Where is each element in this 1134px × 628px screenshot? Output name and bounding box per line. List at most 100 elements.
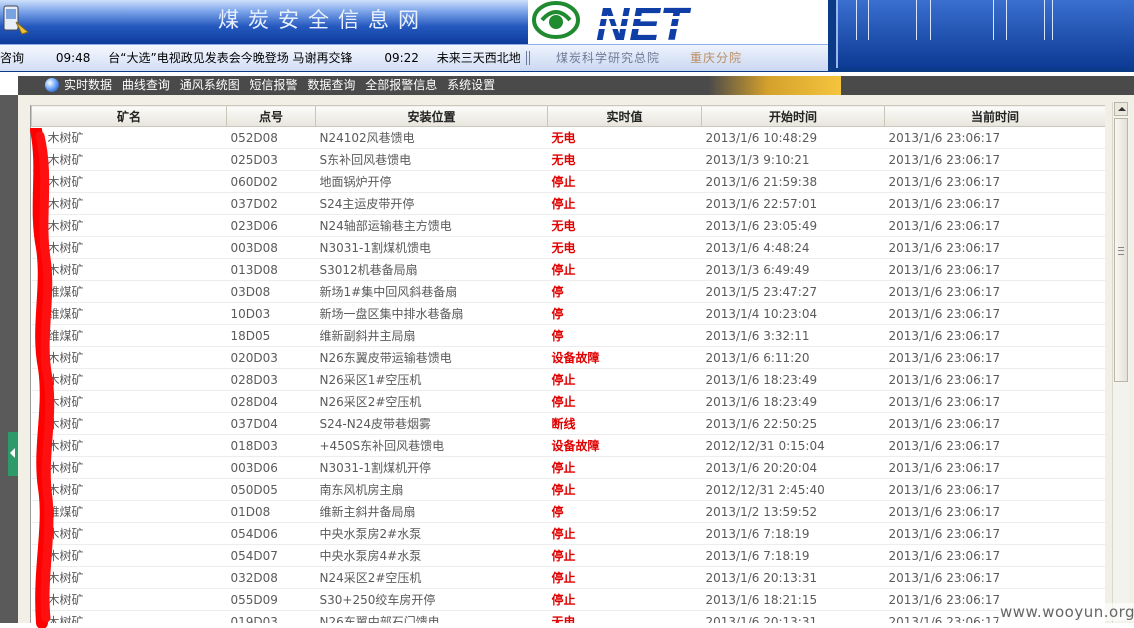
right-header-panel — [836, 0, 1134, 68]
cell-start-time: 2013/1/6 22:50:25 — [701, 412, 885, 435]
cell-start-time: 2013/1/3 9:10:21 — [701, 148, 885, 171]
table-row[interactable]: 木树矿 032D08 N24采区2#空压机 停止 2013/1/6 20:13:31 20… — [31, 566, 1105, 589]
cell-location: S24-N24皮带巷烟雾 — [315, 412, 548, 435]
cell-start-time: 2013/1/6 20:13:31 — [701, 610, 885, 623]
cell-realtime-value: 停 — [547, 280, 702, 303]
table-row[interactable]: 木树矿 054D06 中央水泵房2#水泵 停止 2013/1/6 7:18:19 2013… — [31, 522, 1105, 545]
menu-item-all-alarms[interactable]: 全部报警信息 — [365, 78, 437, 92]
table-row[interactable]: 维煤矿 01D08 维新主斜井备局扇停 2013/1/2 13:59:52 2013/1… — [31, 500, 1105, 523]
cell-location: S东补回风巷馈电 — [315, 148, 548, 171]
cell-location: N3031-1割煤机开停 — [315, 456, 548, 479]
table-row[interactable]: 木树矿 023D06 N24轴部运输巷主方馈电 无电 2013/1/6 23:05:49… — [31, 214, 1105, 237]
cell-realtime-value: 停止 — [547, 566, 702, 589]
cell-location: N26东翼中部石门馈电 — [315, 610, 548, 623]
cell-point-id: 028D03 — [226, 368, 316, 391]
cell-realtime-value: 停止 — [547, 544, 702, 567]
cell-point-id: 18D05 — [226, 324, 316, 347]
cell-point-id: 050D05 — [226, 478, 316, 501]
menu-item-curve-query[interactable]: 曲线查询 — [122, 78, 170, 92]
news-ticker[interactable]: 咨询 09:48 台“大选”电视政见发表会今晚登场 马谢再交锋 09:22 未来… — [0, 45, 520, 71]
cell-start-time: 2013/1/6 3:32:11 — [701, 324, 885, 347]
col-mine-name[interactable]: 矿名 — [31, 105, 227, 127]
cell-current-time: 2013/1/6 23:06:17 — [884, 236, 1105, 259]
cell-current-time: 2013/1/6 23:06:17 — [884, 302, 1105, 325]
table-row[interactable]: 木树矿 055D09 S30+250绞车房开停 停止 2013/1/6 18:21:15… — [31, 588, 1105, 611]
cell-mine-name: 木树矿 — [31, 170, 227, 193]
table-row[interactable]: 木树矿 013D08 S3012机巷备局扇 停止 2013/1/3 6:49:49 201… — [31, 258, 1105, 281]
cell-current-time: 2013/1/6 23:06:17 — [884, 478, 1105, 501]
menu-item-system-settings[interactable]: 系统设置 — [447, 78, 495, 92]
cell-location: +450S东补回风巷馈电 — [315, 434, 548, 457]
table-row[interactable]: 木树矿 003D08 N3031-1割煤机馈电 无电 2013/1/6 4:48:24 2… — [31, 236, 1105, 259]
cell-mine-name: 木树矿 — [31, 566, 227, 589]
cell-point-id: 032D08 — [226, 566, 316, 589]
cell-point-id: 054D06 — [226, 522, 316, 545]
menu-item-data-query[interactable]: 数据查询 — [307, 78, 355, 92]
scroll-up-arrow-icon[interactable] — [1114, 102, 1128, 116]
table-scrollbar[interactable] — [1112, 102, 1129, 623]
table-row[interactable]: 木树矿 037D02 S24主运皮带开停 停止 2013/1/6 22:57:01 201… — [31, 192, 1105, 215]
table-row[interactable]: 木树矿 028D04 N26采区2#空压机 停止 2013/1/6 18:23:49 20… — [31, 390, 1105, 413]
table-row[interactable]: 木树矿 054D07 中央水泵房4#水泵 停止 2013/1/6 7:18:19 2013… — [31, 544, 1105, 567]
cell-location: S24主运皮带开停 — [315, 192, 548, 215]
cell-mine-name: 木树矿 — [31, 522, 227, 545]
cell-point-id: 013D08 — [226, 258, 316, 281]
table-row[interactable]: 维煤矿 03D08 新场1#集中回风斜巷备扇停 2013/1/5 23:47:27 20… — [31, 280, 1105, 303]
table-header-row: 矿名 点号 安装位置 实时值 开始时间 当前时间 — [31, 105, 1105, 127]
table-row[interactable]: 木树矿 050D05 南东风机房主扇 停止 2012/12/31 2:45:40 2013… — [31, 478, 1105, 501]
cell-mine-name: 木树矿 — [31, 412, 227, 435]
cell-location: S3012机巷备局扇 — [315, 258, 548, 281]
cell-point-id: 060D02 — [226, 170, 316, 193]
cell-current-time: 2013/1/6 23:06:17 — [884, 192, 1105, 215]
table-row[interactable]: 木树矿 060D02 地面锅炉开停 停止 2013/1/6 21:59:38 2013/1… — [31, 170, 1105, 193]
col-location[interactable]: 安装位置 — [315, 105, 548, 127]
menu-item-sms-alarm[interactable]: 短信报警 — [250, 78, 298, 92]
app-icon[interactable] — [2, 2, 30, 36]
table-row[interactable]: 木树矿 025D03 S东补回风巷馈电 无电 2013/1/3 9:10:21 2013/… — [31, 148, 1105, 171]
scroll-thumb[interactable] — [1114, 118, 1128, 382]
cell-location: N26东翼皮带运输巷馈电 — [315, 346, 548, 369]
col-current-time[interactable]: 当前时间 — [884, 105, 1105, 127]
ticker-item-0: 咨询 — [0, 51, 25, 65]
table-row[interactable]: 木树矿 052D08 N24102风巷馈电 无电 2013/1/6 10:48:29 20… — [31, 126, 1105, 149]
cell-start-time: 2013/1/2 13:59:52 — [701, 500, 885, 523]
col-point-id[interactable]: 点号 — [226, 105, 316, 127]
cell-start-time: 2013/1/6 4:48:24 — [701, 236, 885, 259]
cell-point-id: 028D04 — [226, 390, 316, 413]
col-start-time[interactable]: 开始时间 — [701, 105, 885, 127]
cell-current-time: 2013/1/6 23:06:17 — [884, 412, 1105, 435]
table-row[interactable]: 木树矿 018D03 +450S东补回风巷馈电 设备故障 2012/12/31 0:15… — [31, 434, 1105, 457]
cell-start-time: 2013/1/4 10:23:04 — [701, 302, 885, 325]
cell-realtime-value: 停止 — [547, 368, 702, 391]
cell-realtime-value: 断线 — [547, 412, 702, 435]
cell-start-time: 2013/1/3 6:49:49 — [701, 258, 885, 281]
table-row[interactable]: 木树矿 003D06 N3031-1割煤机开停 停止 2013/1/6 20:20:04… — [31, 456, 1105, 479]
menu-accent — [708, 76, 841, 95]
collapse-arrow-icon[interactable] — [8, 432, 18, 476]
cell-realtime-value: 停止 — [547, 456, 702, 479]
left-collapse-strip — [0, 95, 18, 623]
cell-mine-name: 木树矿 — [31, 148, 227, 171]
table-row[interactable]: 木树矿 028D03 N26采区1#空压机 停止 2013/1/6 18:23:49 20… — [31, 368, 1105, 391]
table-row[interactable]: 维煤矿 18D05 维新副斜井主局扇停 2013/1/6 3:32:11 2013/1/… — [31, 324, 1105, 347]
table-row[interactable]: 木树矿 037D04 S24-N24皮带巷烟雾 断线 2013/1/6 22:50:25… — [31, 412, 1105, 435]
cell-location: 中央水泵房4#水泵 — [315, 544, 548, 567]
content-area: 矿名 点号 安装位置 实时值 开始时间 当前时间 木树矿 052D08 N24102… — [18, 95, 1134, 623]
cell-realtime-value: 无电 — [547, 214, 702, 237]
alarm-table-wrapper: 矿名 点号 安装位置 实时值 开始时间 当前时间 木树矿 052D08 N24102… — [30, 105, 1105, 623]
table-row[interactable]: 木树矿 020D03 N26东翼皮带运输巷馈电 设备故障 2013/1/6 6:11:2… — [31, 346, 1105, 369]
header: 煤炭安全信息网 NET 咨询 09:48 台“大选”电视政见发表会今晚登场 马谢… — [0, 0, 1134, 72]
cell-current-time: 2013/1/6 23:06:17 — [884, 170, 1105, 193]
cell-mine-name: 木树矿 — [31, 478, 227, 501]
cell-realtime-value: 停止 — [547, 192, 702, 215]
table-row[interactable]: 维煤矿 10D03 新场一盘区集中排水巷备扇停 2013/1/4 10:23:04 20… — [31, 302, 1105, 325]
col-realtime-value[interactable]: 实时值 — [547, 105, 702, 127]
menu-item-ventilation-diagram[interactable]: 通风系统图 — [180, 78, 240, 92]
cell-point-id: 018D03 — [226, 434, 316, 457]
cell-mine-name: 木树矿 — [31, 368, 227, 391]
menu-item-realtime[interactable]: 实时数据 — [64, 78, 112, 92]
cell-point-id: 020D03 — [226, 346, 316, 369]
cell-mine-name: 维煤矿 — [31, 500, 227, 523]
table-row[interactable]: 木树矿 019D03 N26东翼中部石门馈电 无电 2013/1/6 20:13:31 2… — [31, 610, 1105, 623]
cell-start-time: 2013/1/6 21:59:38 — [701, 170, 885, 193]
